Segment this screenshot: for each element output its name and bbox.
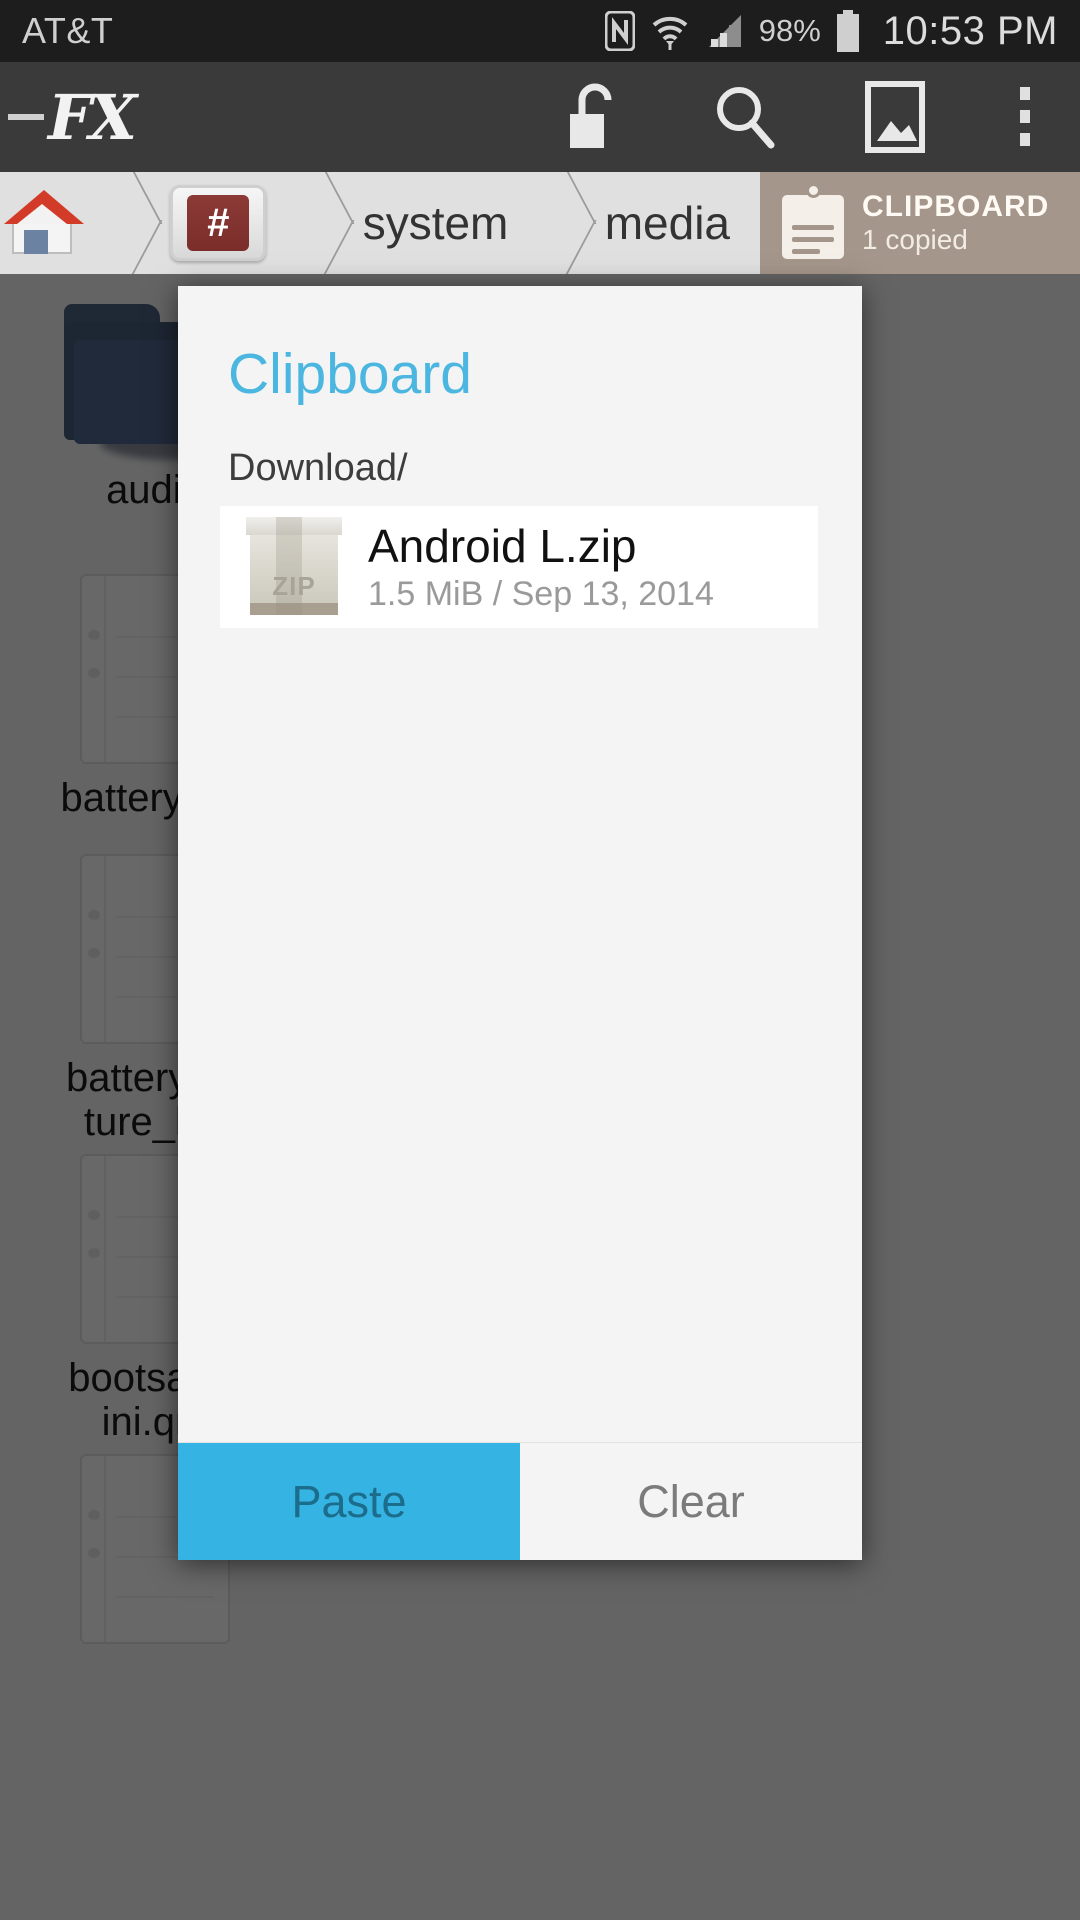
status-bar-icons: 98% 10:53 PM [604, 8, 1058, 54]
breadcrumb-item-root[interactable]: # [128, 172, 296, 274]
clipboard-entry-filename: Android L.zip [368, 520, 637, 572]
clipboard-icon [782, 183, 845, 259]
clipboard-dialog: Clipboard Download/ ZIP Android L.zip 1.… [178, 286, 862, 1560]
clipboard-tab[interactable]: CLIPBOARD 1 copied [760, 172, 1080, 274]
carrier-label: AT&T [22, 10, 114, 51]
zip-icon-label: ZIP [272, 571, 316, 601]
zip-file-icon: ZIP [246, 517, 342, 617]
app-bar: FX [0, 62, 1080, 172]
clock-label: 10:53 PM [882, 8, 1058, 53]
unlock-icon[interactable] [520, 62, 670, 172]
breadcrumb: # system media CLIPBOARD 1 copied [0, 172, 1080, 274]
dialog-title: Clipboard [228, 342, 472, 406]
breadcrumb-item-system[interactable]: system [321, 172, 539, 274]
cellular-signal-icon [705, 11, 745, 51]
clipboard-entry-text: Android L.zip 1.5 MiB / Sep 13, 2014 [368, 521, 714, 613]
breadcrumb-label: system [362, 197, 509, 249]
breadcrumb-item-media[interactable]: media [563, 172, 760, 274]
clipboard-tab-subtitle: 1 copied [862, 223, 968, 255]
phone-screen: AT&T 98% 10:53 PM FX # system media CLIP… [0, 0, 1080, 1920]
breadcrumb-separator [104, 172, 128, 274]
paste-button[interactable]: Paste [178, 1443, 520, 1560]
clipboard-entry-meta: 1.5 MiB / Sep 13, 2014 [368, 574, 714, 613]
breadcrumb-separator [296, 172, 320, 274]
search-icon[interactable] [670, 62, 820, 172]
home-icon [4, 190, 84, 254]
clipboard-tab-title: CLIPBOARD [862, 189, 1050, 223]
image-icon[interactable] [820, 62, 970, 172]
clear-button[interactable]: Clear [520, 1443, 862, 1560]
dialog-actions: Paste Clear [178, 1442, 862, 1560]
dialog-body-spacer [178, 628, 862, 1442]
overflow-menu-icon[interactable] [970, 62, 1080, 172]
root-hash-icon: # [170, 185, 267, 261]
app-name-label: FX [48, 80, 137, 154]
clipboard-tab-text: CLIPBOARD 1 copied [862, 190, 1049, 257]
app-logo[interactable]: FX [8, 80, 137, 154]
drawer-dash-icon [8, 114, 44, 120]
battery-percent-label: 98% [758, 13, 821, 48]
nfc-icon [604, 11, 635, 51]
clipboard-entry[interactable]: ZIP Android L.zip 1.5 MiB / Sep 13, 2014 [220, 506, 818, 628]
breadcrumb-separator [538, 172, 562, 274]
breadcrumb-label: media [604, 197, 731, 249]
status-bar: AT&T 98% 10:53 PM [0, 0, 1080, 62]
breadcrumb-item-home[interactable] [0, 172, 104, 274]
wifi-icon [649, 11, 691, 51]
battery-icon [835, 10, 861, 52]
root-hash-label: # [187, 195, 250, 251]
dialog-path-label: Download/ [228, 447, 408, 489]
app-bar-actions [520, 62, 1080, 172]
